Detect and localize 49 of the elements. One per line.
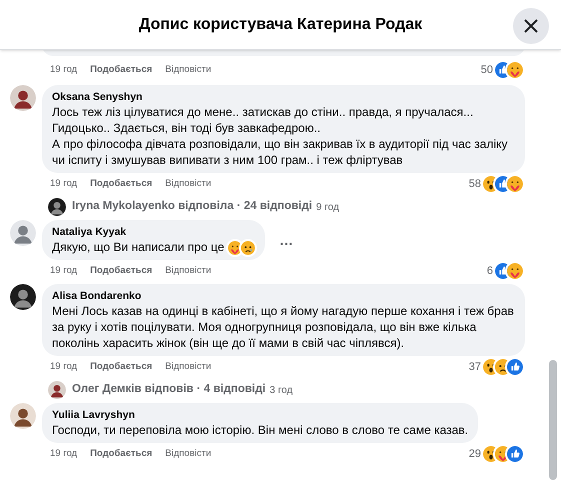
like-link[interactable]: Подобається [90, 360, 152, 374]
like-reaction-icon [507, 446, 523, 462]
close-button[interactable] [513, 8, 549, 44]
care-reaction-icon [507, 176, 523, 192]
sad-reaction-icon [241, 240, 256, 255]
author-name[interactable]: Yuliia Lavryshyn [52, 408, 468, 422]
time-text: 19 год [50, 62, 78, 77]
dialog-title: Допис користувача Катерина Родак [138, 14, 422, 34]
comment-text: Мені Лось казав на одинці в кабінеті, що я йому нагадую перше кохання і теж брав за руку і хотів поцілувати. Моя одногрупниця розповідала, що він вже кілька поколінь харасить жінок (він ще до її мами в свій час чіплявся). [52, 303, 515, 351]
care-reaction-icon [507, 62, 523, 78]
avatar-icon[interactable] [48, 198, 66, 216]
replies-link[interactable]: Iryna Mykolayenko відповіла · 24 відповіді [72, 198, 312, 216]
scrollbar[interactable] [549, 360, 557, 480]
like-link[interactable]: Подобається [90, 62, 152, 78]
care-reaction-icon [507, 263, 523, 279]
reaction-count: 50 [480, 62, 493, 78]
comment-text: Лось теж ліз цілуватися до мене.. затискав до стіни.. правда, я пручалася... Гидоцько.. Здається, він тоді був завкафедрою.. А про філософа дівчата розповідали, що він закривав їх в аудиторії під час заліку чи іспиту і змушував випивати з ним 100 грам.. і теж фліртував [52, 104, 508, 168]
more-button[interactable]: … [279, 233, 294, 247]
time-text: 19 год [50, 176, 78, 191]
avatar-icon[interactable] [10, 284, 36, 310]
time-text: 3 год [270, 384, 293, 398]
time-text: 19 год [50, 446, 78, 461]
avatar-icon[interactable] [10, 85, 36, 111]
reply-link[interactable]: Відповісти [165, 264, 212, 278]
reaction-count: 29 [468, 446, 481, 462]
time-text: 19 год [50, 360, 78, 374]
reply-link[interactable]: Відповісти [165, 62, 212, 78]
avatar-icon[interactable] [48, 381, 66, 399]
reaction-count: 37 [468, 360, 481, 375]
replies-link[interactable]: Олег Демків відповів · 4 відповіді [72, 381, 266, 399]
close-icon [524, 19, 538, 33]
avatar-icon[interactable] [10, 403, 36, 429]
care-reaction-icon [228, 240, 242, 255]
reply-link[interactable]: Відповісти [165, 360, 212, 374]
like-reaction-icon [507, 359, 523, 375]
like-link[interactable]: Подобається [90, 176, 152, 192]
time-text: 9 год [316, 200, 340, 214]
author-name[interactable]: Oksana Senyshyn [52, 90, 515, 104]
author-name[interactable]: Alisa Bondarenko [52, 289, 515, 303]
reply-link[interactable]: Відповісти [165, 446, 212, 462]
comment-text: Господи, ти переповіла мою історію. Він мені слово в слово те саме казав. [52, 422, 468, 438]
reply-link[interactable]: Відповісти [165, 176, 212, 192]
comment-text: Дякую, що Ви написали про це [52, 239, 256, 255]
time-text: 19 год [50, 264, 78, 278]
like-link[interactable]: Подобається [90, 446, 152, 462]
author-name[interactable]: Nataliya Kyyak [52, 225, 256, 239]
like-link[interactable]: Подобається [90, 264, 152, 278]
reaction-count: 58 [468, 176, 481, 192]
reaction-count: 6 [486, 264, 493, 279]
